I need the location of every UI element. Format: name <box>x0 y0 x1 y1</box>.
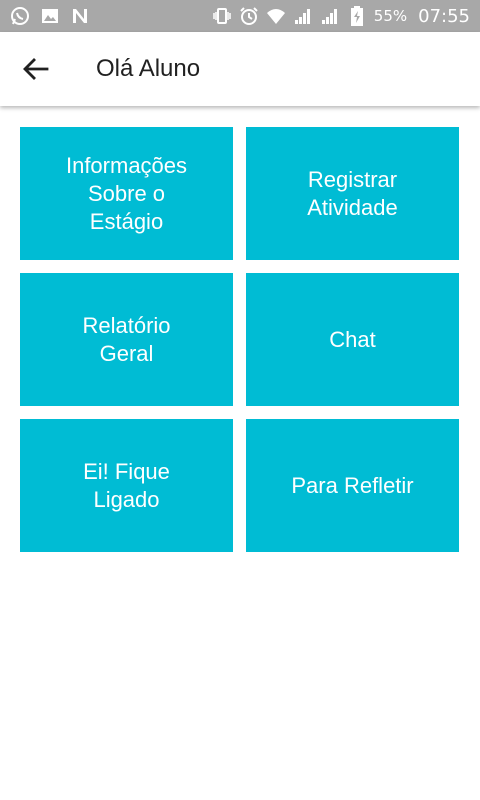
status-time: 07:55 <box>418 5 470 27</box>
battery-percent: 55% <box>373 7 408 25</box>
tile-registrar-atividade[interactable]: Registrar Atividade <box>246 127 459 260</box>
image-icon <box>40 6 60 26</box>
battery-icon <box>347 6 367 26</box>
tile-para-refletir[interactable]: Para Refletir <box>246 419 459 552</box>
page-title: Olá Aluno <box>96 55 201 82</box>
signal-icon <box>293 6 313 26</box>
whatsapp-icon <box>10 6 30 26</box>
signal-icon-2 <box>320 6 340 26</box>
wifi-icon <box>266 6 286 26</box>
tile-label: Registrar Atividade <box>307 166 398 220</box>
n-app-icon <box>70 6 90 26</box>
tile-label: Informações Sobre o Estágio <box>65 152 188 234</box>
tile-informacoes-estagio[interactable]: Informações Sobre o Estágio <box>20 127 233 260</box>
tile-label: Ei! Fique Ligado <box>83 458 170 512</box>
tile-label: Chat <box>329 326 376 352</box>
tile-label: Relatório Geral <box>82 312 171 366</box>
arrow-left-icon <box>23 58 49 80</box>
tile-ei-fique-ligado[interactable]: Ei! Fique Ligado <box>20 419 233 552</box>
tile-chat[interactable]: Chat <box>246 273 459 406</box>
tile-relatorio-geral[interactable]: Relatório Geral <box>20 273 233 406</box>
status-left-icons <box>10 6 90 26</box>
status-bar: 55% 07:55 <box>0 0 480 32</box>
app-bar: Olá Aluno <box>0 32 480 106</box>
tile-label: Para Refletir <box>291 472 414 498</box>
alarm-icon <box>239 6 259 26</box>
vibrate-icon <box>212 6 232 26</box>
menu-grid: Informações Sobre o Estágio Registrar At… <box>20 127 459 552</box>
status-right-icons: 55% 07:55 <box>212 6 470 27</box>
back-button[interactable] <box>18 53 54 85</box>
